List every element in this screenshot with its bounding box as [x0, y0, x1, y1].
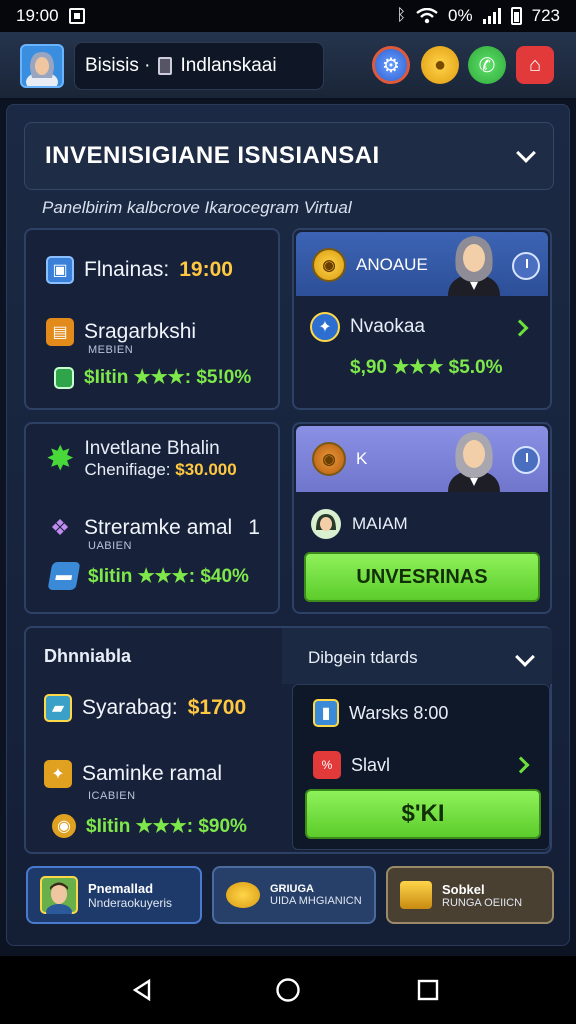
item-sub: UABIEN [88, 540, 132, 552]
wifi-icon [416, 8, 438, 24]
layers-icon: ▰ [44, 694, 72, 722]
advisor-card[interactable]: ◉ ANOAUE ✦ Nvaokaa $,90 ★★★ $5.0% [292, 228, 552, 410]
head-label: K [356, 449, 368, 468]
stack-icon: ▬ [47, 562, 81, 590]
row2-sub: ICABIEN [88, 790, 136, 802]
system-nav-bar [0, 956, 576, 1024]
treasure-icon [400, 881, 432, 909]
orders-row1: Warsks 8:00 [349, 702, 449, 723]
stat-line: $Iitin ★★★: $90% [86, 815, 247, 837]
item-title: Sragarbkshi [84, 320, 197, 343]
arrow-right-icon[interactable] [512, 756, 530, 774]
row2-title: Saminke ramal [82, 762, 223, 785]
card-header: ◉ ANOAUE [296, 232, 548, 296]
invest-line1: Invetlane Bhalin [84, 438, 220, 459]
investment-card[interactable]: ✸ Invetlane Bhalin Chenifiage: $30.000 ❖… [24, 422, 280, 614]
advisor-avatar [448, 432, 500, 492]
coin-small-icon: ◉ [52, 814, 76, 838]
dividend-card[interactable]: Dhnniabla Dibgein tdards ▰ Syarabag: $17… [24, 626, 552, 854]
title-right: Indlanskaai [180, 55, 277, 76]
gear-icon[interactable]: ⚙ [372, 46, 410, 84]
globe-icon: ✦ [310, 312, 340, 342]
title-left: Bisisis · [85, 55, 151, 76]
section-title: INVENISIGIANE ISNSIANSAI [45, 142, 380, 169]
phone-icon[interactable]: ✆ [468, 46, 506, 84]
orders-panel: ▮ Warsks 8:00 % Slavl $'KI [292, 684, 550, 850]
gold-icon: ✦ [44, 760, 72, 788]
blocks-icon: ❖ [50, 515, 70, 540]
clock-icon[interactable] [512, 446, 540, 474]
advisor-avatar [448, 236, 500, 296]
row1-label: Syarabag: [82, 696, 178, 719]
status-time: 19:00 [16, 6, 59, 25]
battery-icon [510, 7, 522, 25]
invest-action-card[interactable]: ◉ K MAIAM UNVESRINAS [292, 422, 552, 614]
back-icon[interactable] [130, 978, 154, 1002]
alert-icon[interactable]: ⌂ [516, 46, 554, 84]
stat-line: $Iitin ★★★: $40% [88, 565, 249, 587]
coin-icon[interactable]: ● [421, 46, 459, 84]
tab-profile-title: Pnemallad [88, 880, 154, 896]
orders-row2: Slavl [351, 754, 391, 775]
buy-button[interactable]: $'KI [305, 789, 541, 839]
coin-icon: ◉ [312, 442, 346, 476]
tab-social-sub: RUNGA OEIICN [442, 896, 523, 909]
stat-line: $Iitin ★★★: $5!0% [84, 367, 252, 388]
section-header[interactable]: INVENISIGIANE ISNSIANSAI [24, 122, 554, 190]
recents-icon[interactable] [416, 978, 440, 1002]
tab-social[interactable]: Sobkel RUNGA OEIICN [386, 866, 554, 924]
item-number: 1 [248, 516, 260, 539]
buy-button-label: $'KI [401, 800, 445, 827]
signal-icon [482, 8, 501, 24]
arrow-right-icon[interactable] [511, 319, 529, 337]
finance-card[interactable]: ▣ Flnainas: 19:00 ▤ Sragarbkshi MEBIEN $… [24, 228, 280, 410]
chevron-down-icon[interactable] [516, 143, 536, 163]
head-label: ANOAUE [356, 255, 428, 274]
invest-button[interactable]: UNVESRINAS [304, 552, 540, 602]
finance-value: 19:00 [179, 258, 233, 281]
tab-social-title: Sobkel [442, 881, 485, 897]
clipboard-icon [158, 57, 173, 75]
starburst-icon: ✸ [46, 440, 75, 478]
screenshot-icon [68, 8, 85, 24]
invest-button-label: UNVESRINAS [356, 565, 488, 588]
tab-rewards[interactable]: GRIUGA UIDA MHGIANICN [212, 866, 376, 924]
status-battery-text: 723 [531, 6, 560, 25]
item-label: Nvaokaa [350, 316, 425, 337]
top-bar: Bisisis · Indlanskaai ⚙ ● ✆ ⌂ [0, 32, 576, 100]
invest-value: $30.000 [175, 460, 237, 479]
tab-profile[interactable]: Pnemallad Nnderaokuyeris [26, 866, 202, 924]
item-sub: MEBIEN [88, 344, 134, 356]
bluetooth-icon: ᛒ [396, 7, 407, 24]
user-avatar [40, 876, 78, 914]
status-bar: 19:00 ᛒ 0% 723 [0, 0, 576, 32]
box-icon: ▤ [46, 318, 74, 346]
tab-profile-sub: Nnderaokuyeris [88, 895, 173, 910]
finance-label: Flnainas: [84, 258, 170, 281]
dividend-title: Dhnniabla [44, 646, 132, 666]
title-box[interactable]: Bisisis · Indlanskaai [74, 42, 324, 90]
card-header: ◉ K [296, 426, 548, 492]
row1-value: $1700 [187, 696, 247, 719]
dropdown-title[interactable]: Dibgein tdards [308, 648, 418, 668]
section-subtitle: Panelbirim kalbcrove Ikarocegram Virtual [42, 198, 352, 217]
tab-rewards-sub: UIDA MHGIANICN [270, 895, 362, 907]
person-label: MAIAM [352, 514, 408, 533]
stat-line: $,90 ★★★ $5.0% [350, 357, 503, 378]
coins-icon [226, 882, 260, 908]
tab-rewards-title: GRIUGA [270, 883, 314, 895]
cube-icon: ▣ [46, 256, 74, 284]
clock-icon[interactable] [512, 252, 540, 280]
cash-icon [54, 366, 74, 389]
invest-label: Chenifiage: [84, 460, 171, 479]
status-percent: 0% [448, 6, 473, 25]
home-icon[interactable] [275, 977, 301, 1003]
item-title: Streramke amal [84, 516, 233, 539]
coin-icon: ◉ [312, 248, 346, 282]
person-avatar [311, 509, 341, 539]
document-icon: ▮ [313, 699, 339, 727]
tag-icon: % [313, 751, 341, 779]
profile-avatar[interactable] [20, 44, 64, 88]
